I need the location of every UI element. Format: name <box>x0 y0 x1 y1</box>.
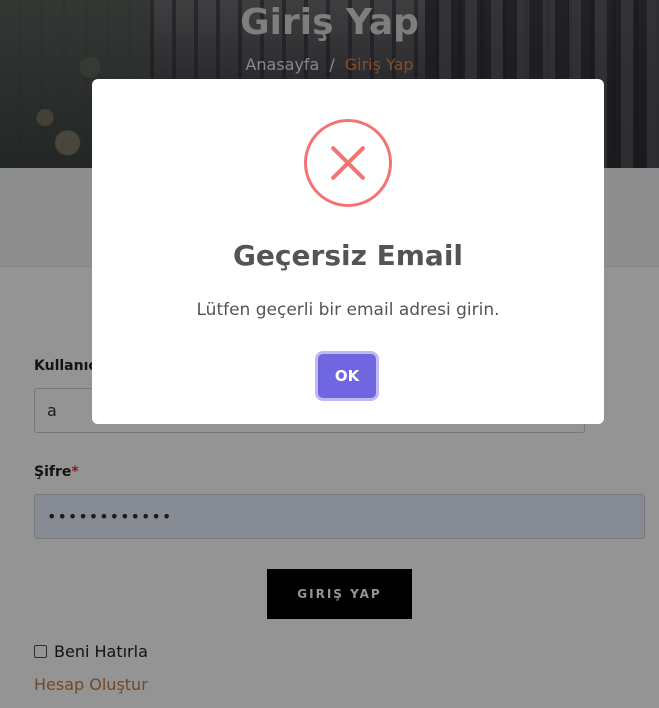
dialog-title: Geçersiz Email <box>232 239 464 272</box>
error-dialog: Geçersiz Email Lütfen geçerli bir email … <box>92 79 604 424</box>
error-x-icon <box>304 119 392 207</box>
ok-button[interactable]: OK <box>318 354 376 398</box>
dialog-message: Lütfen geçerli bir email adresi girin. <box>196 300 500 320</box>
